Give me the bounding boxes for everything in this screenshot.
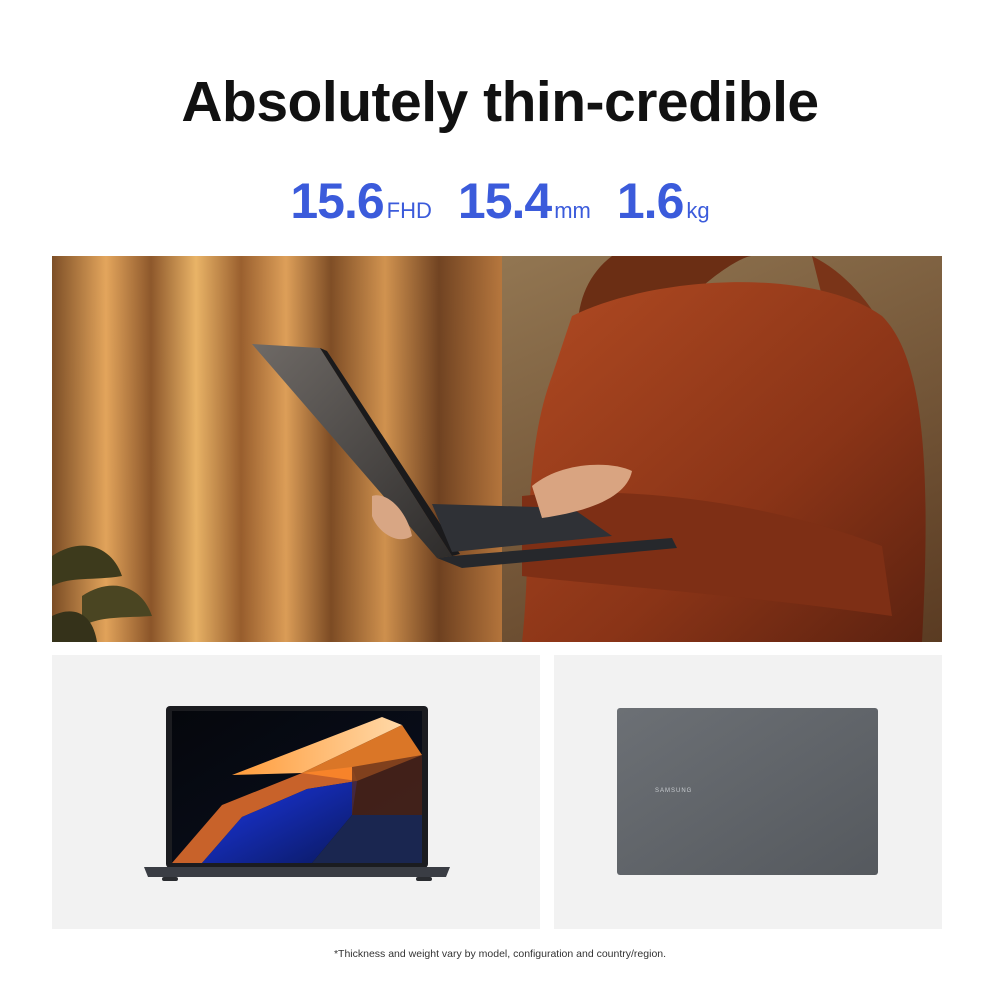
- laptop-lid-view-image: SAMSUNG: [617, 708, 878, 875]
- spec-thickness-value: 15.4: [457, 173, 552, 229]
- spec-weight: 1.6 kg: [617, 172, 710, 230]
- lid-view-panel: SAMSUNG: [554, 655, 942, 929]
- spec-display-unit: FHD: [386, 198, 432, 223]
- disclaimer-text: *Thickness and weight vary by model, con…: [333, 948, 667, 960]
- laptop-front-view-image: [144, 706, 450, 881]
- spec-display-value: 15.6: [290, 173, 384, 229]
- spec-display: 15.6 FHD: [290, 172, 432, 230]
- spec-thickness-unit: mm: [554, 198, 591, 223]
- front-view-panel: [52, 655, 540, 929]
- hero-illustration: [52, 256, 942, 642]
- spec-row: 15.6 FHD 15.4 mm 1.6 kg: [0, 172, 1000, 230]
- spec-weight-value: 1.6: [616, 173, 685, 229]
- headline: Absolutely thin-credible: [181, 70, 819, 134]
- hero-lifestyle-image: [52, 256, 942, 642]
- lid-brand-logo: SAMSUNG: [655, 788, 692, 794]
- spec-weight-unit: kg: [686, 198, 710, 223]
- spec-thickness: 15.4 mm: [458, 172, 591, 230]
